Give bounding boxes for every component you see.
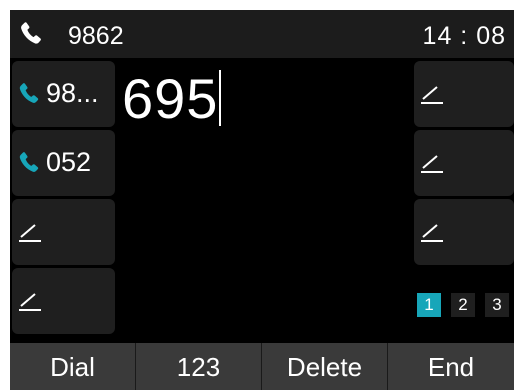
dialed-digits: 695 <box>122 67 219 130</box>
page-2[interactable]: 2 <box>451 293 475 317</box>
dial-input[interactable]: 695 <box>120 62 410 142</box>
handset-icon <box>21 22 41 44</box>
delete-button[interactable]: Delete <box>262 343 388 390</box>
edit-icon <box>421 86 443 104</box>
line-key-6[interactable] <box>414 130 514 196</box>
line-key-label: 052 <box>46 147 92 177</box>
line-key-5[interactable] <box>414 61 514 127</box>
line-key-4[interactable] <box>12 268 115 334</box>
account-number: 9862 <box>68 22 124 50</box>
line-key-7[interactable] <box>414 199 514 265</box>
input-mode-button[interactable]: 123 <box>136 343 262 390</box>
end-button[interactable]: End <box>388 343 514 390</box>
line-key-3[interactable] <box>12 199 115 265</box>
text-cursor <box>219 70 222 126</box>
line-key-label: 98... <box>46 78 99 108</box>
phone-screen: 9862 14 : 08 98... 052 695 1 2 3 Dial 12… <box>10 10 514 390</box>
page-3[interactable]: 3 <box>485 293 509 317</box>
handset-icon <box>19 152 39 172</box>
handset-icon <box>19 83 39 103</box>
clock: 14 : 08 <box>422 22 506 50</box>
line-key-1[interactable]: 98... <box>12 61 115 127</box>
softkey-bar: Dial 123 Delete End <box>10 343 514 390</box>
page-1[interactable]: 1 <box>417 293 441 317</box>
edit-icon <box>19 293 41 311</box>
edit-icon <box>421 224 443 242</box>
dialed-number: 695 <box>122 66 222 131</box>
dial-button[interactable]: Dial <box>10 343 136 390</box>
edit-icon <box>19 224 41 242</box>
line-key-2[interactable]: 052 <box>12 130 115 196</box>
status-bar: 9862 14 : 08 <box>10 10 514 58</box>
edit-icon <box>421 155 443 173</box>
